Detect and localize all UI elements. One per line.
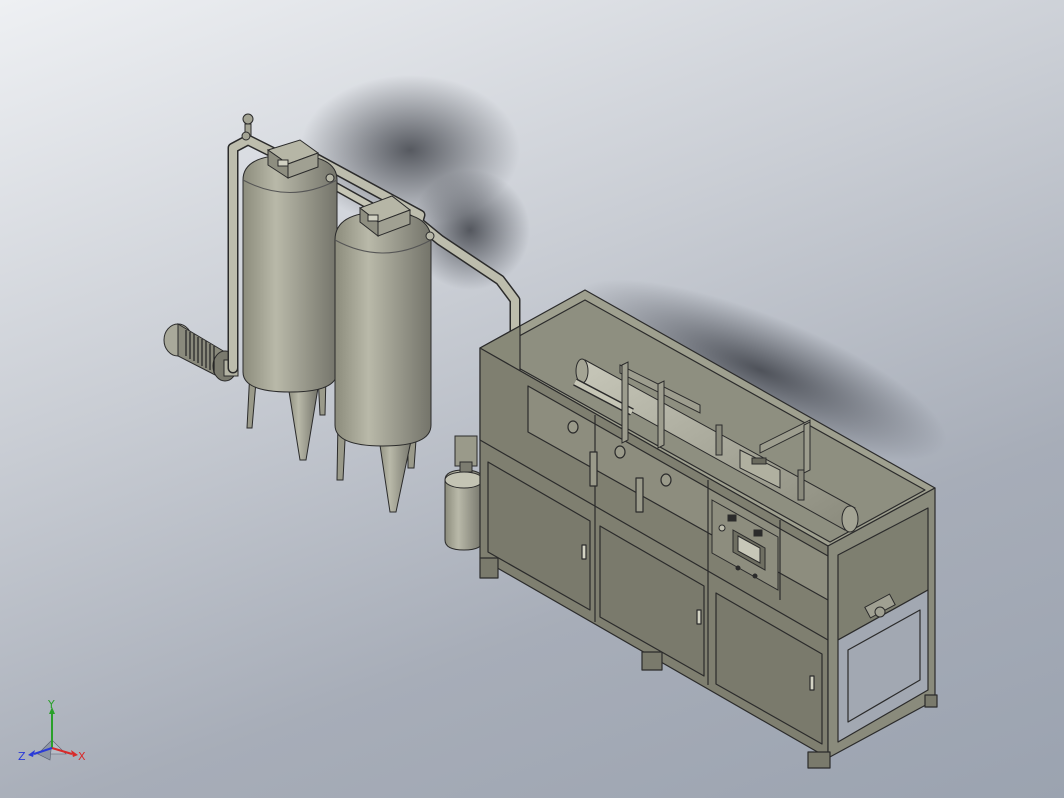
filter-tank-1[interactable] — [242, 154, 338, 461]
feed-pump-motor[interactable] — [163, 323, 239, 382]
axis-triad: Y X Z — [18, 700, 86, 763]
dosing-tank[interactable] — [444, 435, 484, 551]
3d-model-view[interactable] — [0, 0, 1064, 798]
gauge-icon — [241, 113, 254, 141]
y-axis-label: Y — [47, 700, 55, 711]
filter-tank-2[interactable] — [334, 211, 432, 513]
z-axis-label: Z — [18, 750, 26, 763]
ro-machine[interactable] — [479, 289, 938, 769]
x-axis-label: X — [78, 750, 86, 763]
cad-viewport[interactable]: Y X Z — [0, 0, 1064, 798]
